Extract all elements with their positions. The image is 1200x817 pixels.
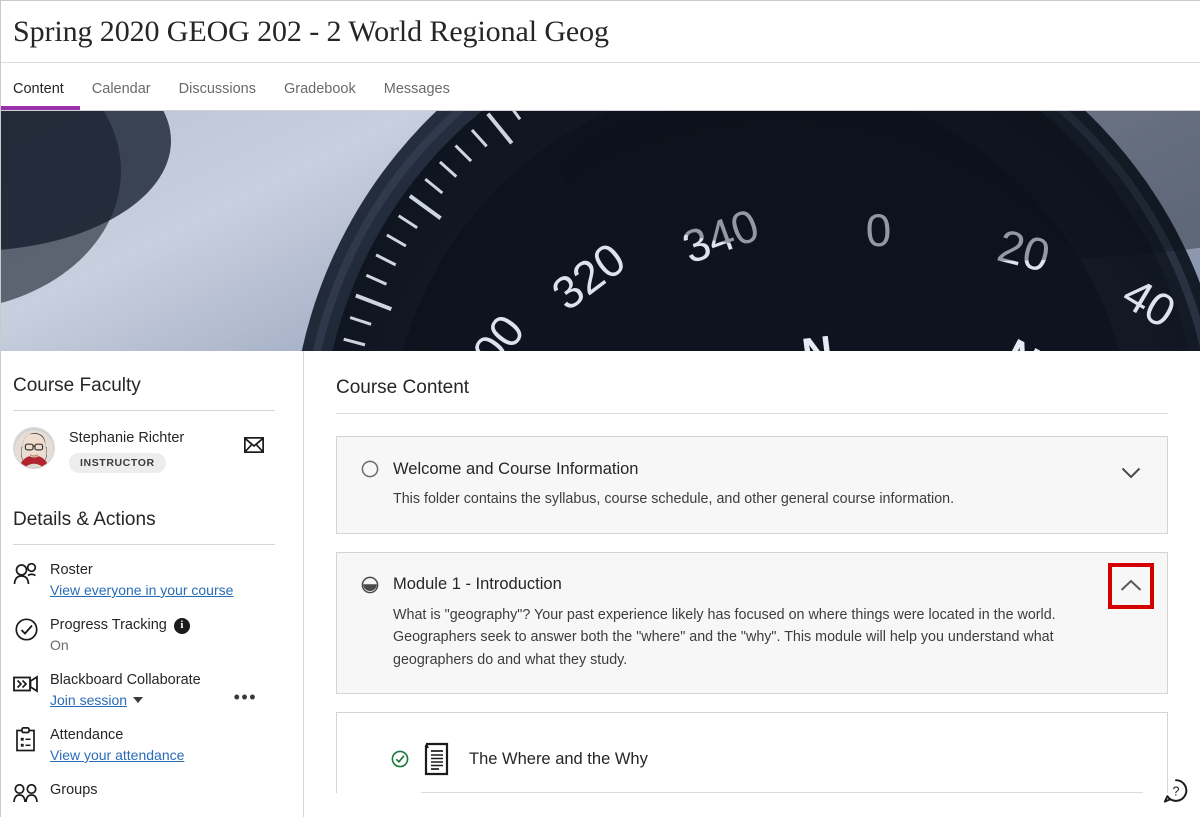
- envelope-icon[interactable]: [244, 437, 264, 457]
- folder-title[interactable]: Welcome and Course Information: [393, 460, 638, 479]
- green-check-circle-icon[interactable]: [391, 750, 409, 768]
- content-item-title[interactable]: The Where and the Why: [469, 750, 648, 769]
- course-banner-image: 280 300 320 340 0 20 40 NW N NE: [1, 111, 1200, 351]
- tab-messages[interactable]: Messages: [384, 81, 450, 110]
- sidebar-item-label-row: Progress Tracking i: [50, 616, 275, 635]
- course-page: Spring 2020 GEOG 202 - 2 World Regional …: [0, 0, 1200, 817]
- info-icon[interactable]: i: [174, 618, 190, 634]
- tab-discussions[interactable]: Discussions: [179, 81, 256, 110]
- more-options-button[interactable]: •••: [234, 693, 257, 701]
- half-filled-circle-icon[interactable]: [361, 576, 379, 594]
- progress-tracking-status: On: [50, 635, 275, 655]
- content-item-card: The Where and the Why: [336, 712, 1168, 793]
- sidebar-item-label: Progress Tracking: [50, 616, 167, 635]
- folder-description: This folder contains the syllabus, cours…: [337, 479, 1167, 533]
- attendance-link[interactable]: View your attendance: [50, 745, 184, 765]
- sidebar-item-text: Attendance View your attendance: [50, 726, 275, 765]
- avatar: [13, 427, 55, 469]
- document-icon: [421, 741, 453, 777]
- tab-calendar[interactable]: Calendar: [92, 81, 151, 110]
- svg-text:?: ?: [1173, 784, 1180, 798]
- join-session-link[interactable]: Join session: [50, 690, 127, 710]
- course-content-main: Course Content Welcome and Course Inform…: [304, 351, 1200, 817]
- chevron-down-icon[interactable]: [1111, 453, 1151, 493]
- page-body: Course Faculty: [1, 351, 1200, 817]
- sidebar-item-text: Roster View everyone in your course: [50, 561, 275, 600]
- sidebar-item-attendance[interactable]: Attendance View your attendance: [13, 726, 275, 765]
- sidebar-item-blackboard-collaborate[interactable]: Blackboard Collaborate Join session •••: [13, 671, 275, 710]
- divider: [13, 410, 275, 411]
- content-folder-module-1[interactable]: Module 1 - Introduction What is "geograp…: [336, 552, 1168, 695]
- help-question-bubble-icon[interactable]: ?: [1163, 778, 1189, 804]
- list-item[interactable]: The Where and the Why: [361, 729, 1143, 781]
- sidebar-item-text: Groups: [50, 781, 275, 800]
- folder-title[interactable]: Module 1 - Introduction: [393, 575, 562, 594]
- chevron-down-icon[interactable]: [133, 697, 143, 703]
- sidebar-item-groups[interactable]: Groups: [13, 781, 275, 807]
- chevron-up-icon[interactable]: [1108, 563, 1154, 609]
- divider: [336, 413, 1168, 414]
- video-camera-icon: [13, 671, 39, 697]
- sidebar-item-progress-tracking[interactable]: Progress Tracking i On: [13, 616, 275, 655]
- tab-content[interactable]: Content: [13, 81, 64, 110]
- clipboard-icon: [13, 726, 39, 752]
- groups-people-icon: [13, 781, 39, 807]
- check-circle-icon: [13, 616, 39, 642]
- course-title-bar: Spring 2020 GEOG 202 - 2 World Regional …: [1, 1, 1200, 63]
- folder-header: Module 1 - Introduction: [337, 553, 1167, 595]
- sidebar-item-roster[interactable]: Roster View everyone in your course: [13, 561, 275, 600]
- page-title: Spring 2020 GEOG 202 - 2 World Regional …: [13, 15, 609, 49]
- sidebar-item-text: Progress Tracking i On: [50, 616, 275, 655]
- sidebar-item-label: Groups: [50, 781, 275, 800]
- folder-header: Welcome and Course Information: [337, 437, 1167, 479]
- status-badge: INSTRUCTOR: [69, 453, 166, 473]
- faculty-name: Stephanie Richter: [69, 429, 184, 447]
- faculty-info: Stephanie Richter INSTRUCTOR: [69, 427, 184, 473]
- tab-gradebook[interactable]: Gradebook: [284, 81, 356, 110]
- course-nav-tabs: Content Calendar Discussions Gradebook M…: [1, 63, 1200, 111]
- sidebar-item-label: Attendance: [50, 726, 275, 745]
- course-content-heading: Course Content: [336, 377, 1168, 399]
- sidebar-item-label: Roster: [50, 561, 275, 580]
- empty-circle-icon[interactable]: [361, 460, 379, 478]
- roster-link[interactable]: View everyone in your course: [50, 580, 233, 600]
- divider: [421, 792, 1143, 793]
- course-faculty-heading: Course Faculty: [13, 375, 275, 397]
- folder-description: What is "geography"? Your past experienc…: [337, 595, 1167, 694]
- details-actions-heading: Details & Actions: [13, 509, 275, 531]
- divider: [13, 544, 275, 545]
- faculty-entry: Stephanie Richter INSTRUCTOR: [13, 427, 275, 483]
- roster-people-icon: [13, 561, 39, 587]
- content-folder-welcome[interactable]: Welcome and Course Information This fold…: [336, 436, 1168, 534]
- course-sidebar: Course Faculty: [1, 351, 304, 817]
